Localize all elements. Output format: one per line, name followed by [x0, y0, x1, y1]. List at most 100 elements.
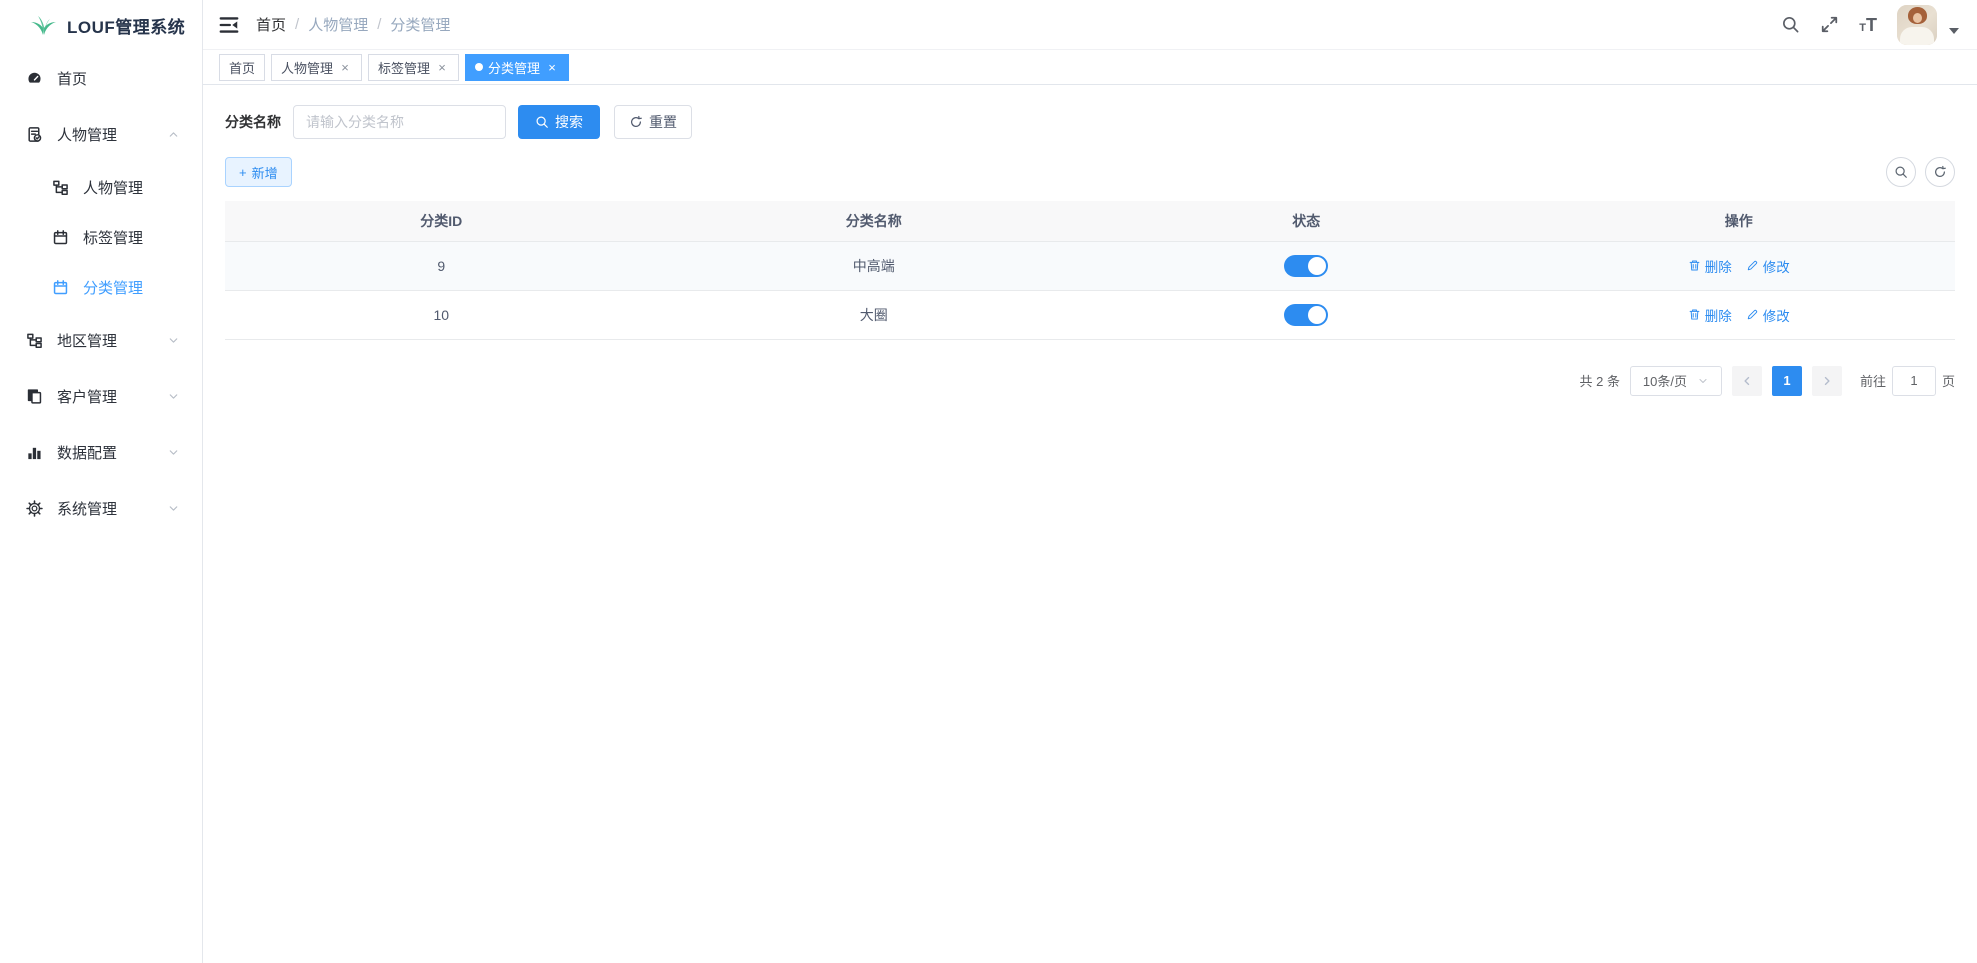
app-root: LOUF管理系统 首页 人物管理 人物管理 标签管理 分类管理 地区管理 — [0, 0, 1977, 963]
chevron-down-icon — [167, 334, 180, 347]
plus-icon: + — [239, 165, 247, 180]
fullscreen-icon[interactable] — [1820, 15, 1839, 34]
sidebar-item-label: 数据配置 — [57, 442, 153, 463]
tab-tag-management[interactable]: 标签管理 × — [368, 54, 459, 81]
tree-icon — [26, 332, 43, 349]
toolbar-icons — [1886, 157, 1955, 187]
plant-logo-icon — [30, 13, 57, 37]
close-icon[interactable]: × — [338, 60, 352, 75]
add-button[interactable]: + 新增 — [225, 157, 292, 187]
pagination: 共 2 条 10条/页 1 前往 页 — [225, 366, 1955, 396]
refresh-table-button[interactable] — [1925, 157, 1955, 187]
trash-icon — [1688, 259, 1701, 272]
close-icon[interactable]: × — [545, 60, 559, 75]
page-unit-label: 页 — [1942, 371, 1955, 390]
chevron-down-icon — [167, 446, 180, 459]
table-row: 9 中高端 删除 — [225, 241, 1955, 290]
toggle-knob — [1308, 257, 1326, 275]
sidebar-subitem-category-management[interactable]: 分类管理 — [0, 262, 202, 312]
table-header-row: 分类ID 分类名称 状态 操作 — [225, 201, 1955, 241]
column-header-id: 分类ID — [225, 201, 658, 241]
delete-button[interactable]: 删除 — [1688, 256, 1732, 276]
edit-button[interactable]: 修改 — [1746, 305, 1790, 325]
close-icon[interactable]: × — [435, 60, 449, 75]
tree-icon — [52, 179, 69, 196]
sidebar-subitem-person-management[interactable]: 人物管理 — [0, 162, 202, 212]
breadcrumb: 首页 / 人物管理 / 分类管理 — [256, 14, 450, 35]
bar-chart-icon — [26, 444, 43, 461]
sidebar: LOUF管理系统 首页 人物管理 人物管理 标签管理 分类管理 地区管理 — [0, 0, 203, 963]
sidebar-item-person-management[interactable]: 人物管理 — [0, 106, 202, 162]
tab-home[interactable]: 首页 — [219, 54, 265, 81]
reset-button-label: 重置 — [649, 112, 677, 132]
document-check-icon — [26, 126, 43, 143]
column-header-status: 状态 — [1090, 201, 1523, 241]
cell-actions: 删除 修改 — [1523, 290, 1956, 339]
caret-down-icon[interactable] — [1949, 28, 1959, 34]
main-area: 首页 / 人物管理 / 分类管理 TT 首页 — [203, 0, 1977, 963]
chevron-down-icon — [167, 502, 180, 515]
search-icon[interactable] — [1781, 15, 1800, 34]
cell-name: 中高端 — [658, 241, 1091, 290]
goto-page-input[interactable] — [1892, 366, 1936, 396]
sidebar-item-label: 系统管理 — [57, 498, 153, 519]
sidebar-subitem-tag-management[interactable]: 标签管理 — [0, 212, 202, 262]
sidebar-item-home[interactable]: 首页 — [0, 50, 202, 106]
dashboard-icon — [26, 70, 43, 87]
sidebar-subitem-label: 分类管理 — [83, 277, 143, 298]
goto-label: 前往 — [1860, 371, 1886, 390]
sidebar-fold-icon[interactable] — [218, 14, 240, 36]
column-header-actions: 操作 — [1523, 201, 1956, 241]
sidebar-item-label: 人物管理 — [57, 124, 153, 145]
navbar: 首页 / 人物管理 / 分类管理 TT — [203, 0, 1977, 50]
search-button[interactable]: 搜索 — [518, 105, 600, 139]
page-content: 分类名称 搜索 重置 + 新增 — [203, 85, 1977, 963]
font-size-big-t: T — [1866, 16, 1877, 34]
table-toolbar: + 新增 — [225, 157, 1955, 187]
tab-person-management[interactable]: 人物管理 × — [271, 54, 362, 81]
cell-actions: 删除 修改 — [1523, 241, 1956, 290]
breadcrumb-item: 分类管理 — [390, 14, 450, 35]
column-header-name: 分类名称 — [658, 201, 1091, 241]
sidebar-subitem-label: 人物管理 — [83, 177, 143, 198]
status-toggle[interactable] — [1284, 304, 1328, 326]
edit-button[interactable]: 修改 — [1746, 256, 1790, 276]
page-size-select[interactable]: 10条/页 — [1630, 366, 1722, 396]
next-page-button[interactable] — [1812, 366, 1842, 396]
reset-button[interactable]: 重置 — [614, 105, 692, 139]
category-name-input[interactable] — [293, 105, 506, 139]
delete-label: 删除 — [1705, 256, 1732, 276]
calendar-icon — [52, 229, 69, 246]
page-size-value: 10条/页 — [1643, 371, 1687, 390]
sidebar-item-system-management[interactable]: 系统管理 — [0, 480, 202, 536]
font-size-icon[interactable]: TT — [1859, 16, 1877, 34]
category-table: 分类ID 分类名称 状态 操作 9 中高端 — [225, 201, 1955, 340]
delete-button[interactable]: 删除 — [1688, 305, 1732, 325]
logo[interactable]: LOUF管理系统 — [0, 0, 202, 50]
chevron-up-icon — [167, 128, 180, 141]
breadcrumb-home[interactable]: 首页 — [256, 14, 286, 35]
category-name-label: 分类名称 — [225, 112, 281, 132]
app-title: LOUF管理系统 — [67, 13, 185, 38]
breadcrumb-separator: / — [295, 16, 299, 33]
sidebar-item-data-config[interactable]: 数据配置 — [0, 424, 202, 480]
avatar[interactable] — [1897, 5, 1937, 45]
navbar-right: TT — [1781, 5, 1959, 45]
total-count: 共 2 条 — [1580, 371, 1620, 390]
toggle-search-button[interactable] — [1886, 157, 1916, 187]
cell-id: 10 — [225, 290, 658, 339]
chevron-right-icon — [1821, 375, 1833, 387]
pencil-icon — [1746, 308, 1759, 321]
table-row: 10 大圈 删除 — [225, 290, 1955, 339]
tab-category-management[interactable]: 分类管理 × — [465, 54, 569, 81]
tab-label: 分类管理 — [488, 58, 540, 77]
tab-label: 标签管理 — [378, 58, 430, 77]
prev-page-button[interactable] — [1732, 366, 1762, 396]
page-number-1[interactable]: 1 — [1772, 366, 1802, 396]
breadcrumb-item: 人物管理 — [308, 14, 368, 35]
search-icon — [535, 115, 549, 129]
status-toggle[interactable] — [1284, 255, 1328, 277]
sidebar-item-customer-management[interactable]: 客户管理 — [0, 368, 202, 424]
sidebar-item-region-management[interactable]: 地区管理 — [0, 312, 202, 368]
search-form: 分类名称 搜索 重置 — [225, 105, 1955, 139]
